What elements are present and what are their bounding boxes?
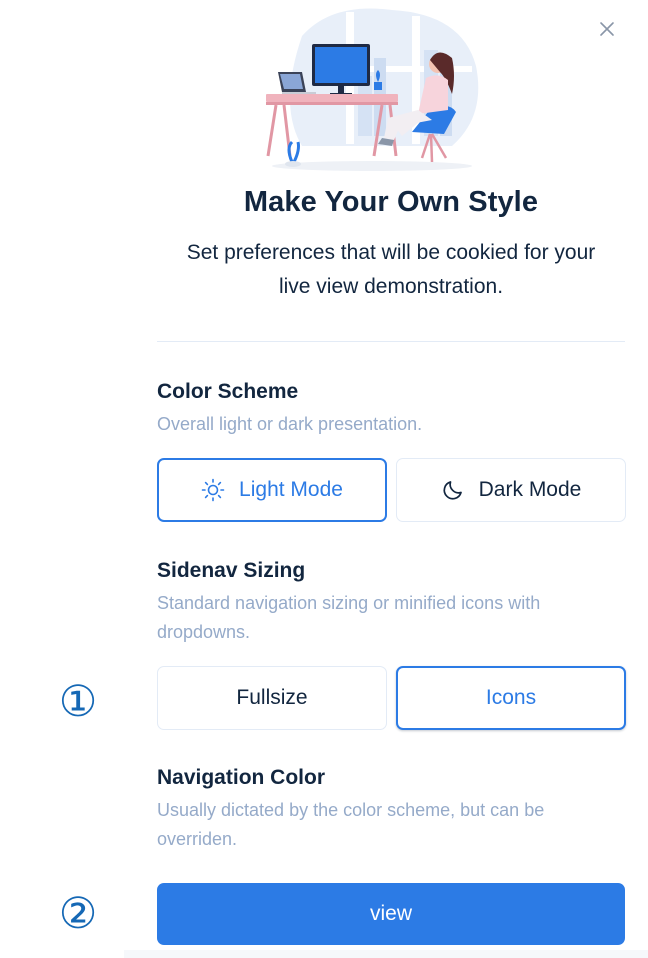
dark-mode-button[interactable]: Dark Mode bbox=[396, 458, 626, 522]
view-button[interactable]: view bbox=[157, 883, 625, 945]
sidenav-sizing-description: Standard navigation sizing or minified i… bbox=[157, 589, 627, 647]
fullsize-label: Fullsize bbox=[236, 686, 308, 709]
desk-workspace-illustration bbox=[266, 8, 479, 171]
footer-divider bbox=[124, 950, 648, 958]
dark-mode-label: Dark Mode bbox=[478, 478, 582, 501]
sun-icon bbox=[201, 478, 225, 502]
fullsize-button[interactable]: Fullsize bbox=[157, 666, 387, 730]
nav-color-desc-line-1: Usually dictated by the color scheme, bu… bbox=[157, 800, 545, 820]
step-marker-one: ① bbox=[58, 677, 98, 727]
icons-button[interactable]: Icons bbox=[396, 666, 626, 730]
sidenav-desc-line-2: dropdowns. bbox=[157, 622, 251, 642]
sidenav-sizing-title: Sidenav Sizing bbox=[157, 559, 306, 582]
page-title: Make Your Own Style bbox=[243, 186, 539, 218]
light-mode-button[interactable]: Light Mode bbox=[157, 458, 387, 522]
section-divider bbox=[157, 341, 625, 342]
sidenav-desc-line-1: Standard navigation sizing or minified i… bbox=[157, 593, 541, 613]
nav-color-desc-line-2: overriden. bbox=[157, 829, 238, 849]
icons-label: Icons bbox=[485, 686, 537, 709]
close-icon bbox=[600, 22, 614, 36]
moon-icon bbox=[441, 478, 465, 502]
navigation-color-description: Usually dictated by the color scheme, bu… bbox=[157, 796, 627, 854]
subtitle-line-1: Set preferences that will be cookied for… bbox=[186, 241, 596, 264]
close-button[interactable] bbox=[596, 18, 618, 40]
light-mode-label: Light Mode bbox=[239, 478, 343, 501]
page-subtitle: Set preferences that will be cookied for… bbox=[150, 236, 632, 304]
navigation-color-title: Navigation Color bbox=[157, 766, 326, 789]
subtitle-line-2: live view demonstration. bbox=[278, 275, 504, 298]
color-scheme-title: Color Scheme bbox=[157, 380, 299, 403]
step-marker-two: ② bbox=[58, 889, 98, 939]
color-scheme-description: Overall light or dark presentation. bbox=[157, 414, 423, 434]
